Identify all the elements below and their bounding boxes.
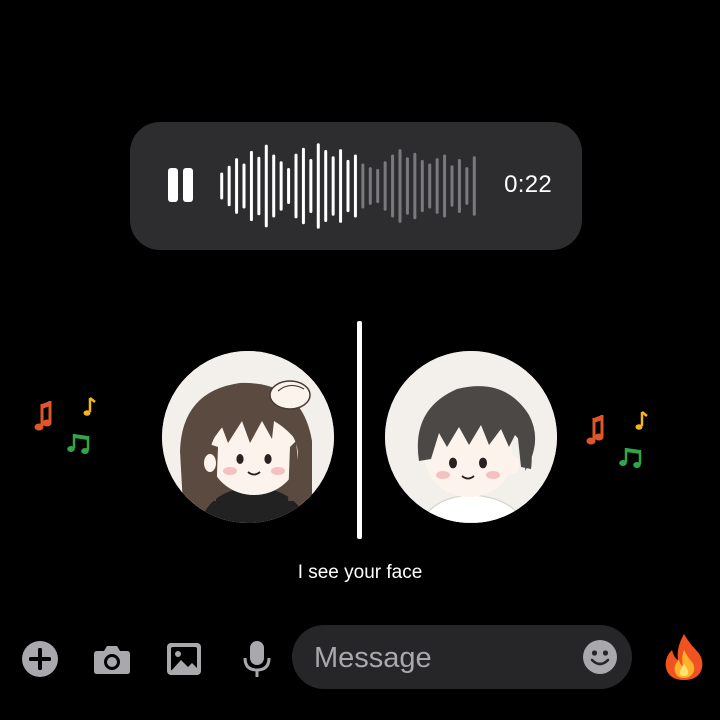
waveform-bar: [383, 161, 387, 211]
waveform-bar: [420, 159, 424, 213]
waveform-bar: [242, 163, 246, 209]
waveform-bar: [287, 168, 291, 204]
voice-duration: 0:22: [504, 171, 552, 198]
music-note-yellow: [635, 411, 648, 430]
message-input[interactable]: Message: [292, 625, 632, 689]
waveform-bar: [272, 154, 276, 218]
waveform-bar: [331, 156, 335, 216]
divider-line: [357, 321, 362, 539]
waveform-bar: [235, 158, 239, 214]
voice-message-bubble[interactable]: 0:22: [130, 122, 582, 250]
waveform-bar: [472, 156, 476, 216]
waveform-bar: [361, 163, 365, 209]
emoji-icon[interactable]: [582, 639, 618, 675]
fire-icon[interactable]: [662, 632, 706, 682]
music-note-green: [67, 434, 90, 454]
waveform-bar: [376, 168, 380, 204]
plus-icon[interactable]: [19, 638, 61, 680]
waveform-bar: [405, 157, 409, 215]
pause-button[interactable]: [166, 168, 196, 204]
waveform-bar: [457, 159, 461, 213]
waveform-bar: [413, 152, 417, 220]
waveform-bar: [435, 158, 439, 214]
pause-icon-bar-right: [183, 168, 193, 202]
gallery-icon[interactable]: [163, 638, 205, 680]
music-notes-icon: [586, 411, 648, 468]
pause-icon-bar-left: [168, 168, 178, 202]
waveform-bar: [339, 149, 343, 223]
waveform-bar: [294, 153, 298, 219]
waveform-bar: [301, 147, 305, 225]
audio-waveform[interactable]: [218, 138, 478, 234]
waveform-bar: [346, 159, 350, 213]
music-note-yellow: [83, 397, 96, 416]
waveform-bar: [391, 154, 395, 218]
music-note-green: [619, 448, 642, 468]
waveform-bar: [465, 167, 469, 205]
waveform-bar: [316, 143, 320, 229]
boy-illustration: [385, 351, 557, 523]
waveform-bar: [257, 156, 261, 216]
waveform-bar: [443, 154, 447, 218]
waveform-bar: [398, 149, 402, 223]
waveform-bar: [249, 150, 253, 222]
waveform-bar: [264, 144, 268, 228]
waveform-bar: [324, 150, 328, 222]
waveform-bar: [279, 161, 283, 211]
waveform-bar: [309, 159, 313, 213]
camera-icon[interactable]: [91, 638, 133, 680]
message-composer: Message: [0, 620, 720, 700]
message-placeholder: Message: [314, 642, 432, 674]
music-notes-icon: [34, 397, 96, 454]
music-note-orange: [34, 401, 52, 431]
music-note-orange: [586, 415, 604, 445]
waveform-bar: [220, 172, 224, 200]
waveform-bar: [450, 165, 454, 207]
caption-text: I see your face: [297, 562, 423, 583]
waveform-bar: [353, 154, 357, 218]
waveform-bar: [227, 165, 231, 207]
girl-illustration: [162, 351, 334, 523]
avatar-girl[interactable]: [162, 351, 334, 523]
microphone-icon[interactable]: [236, 638, 278, 680]
waveform-bar: [428, 163, 432, 209]
avatar-boy[interactable]: [385, 351, 557, 523]
waveform-bar: [368, 167, 372, 205]
